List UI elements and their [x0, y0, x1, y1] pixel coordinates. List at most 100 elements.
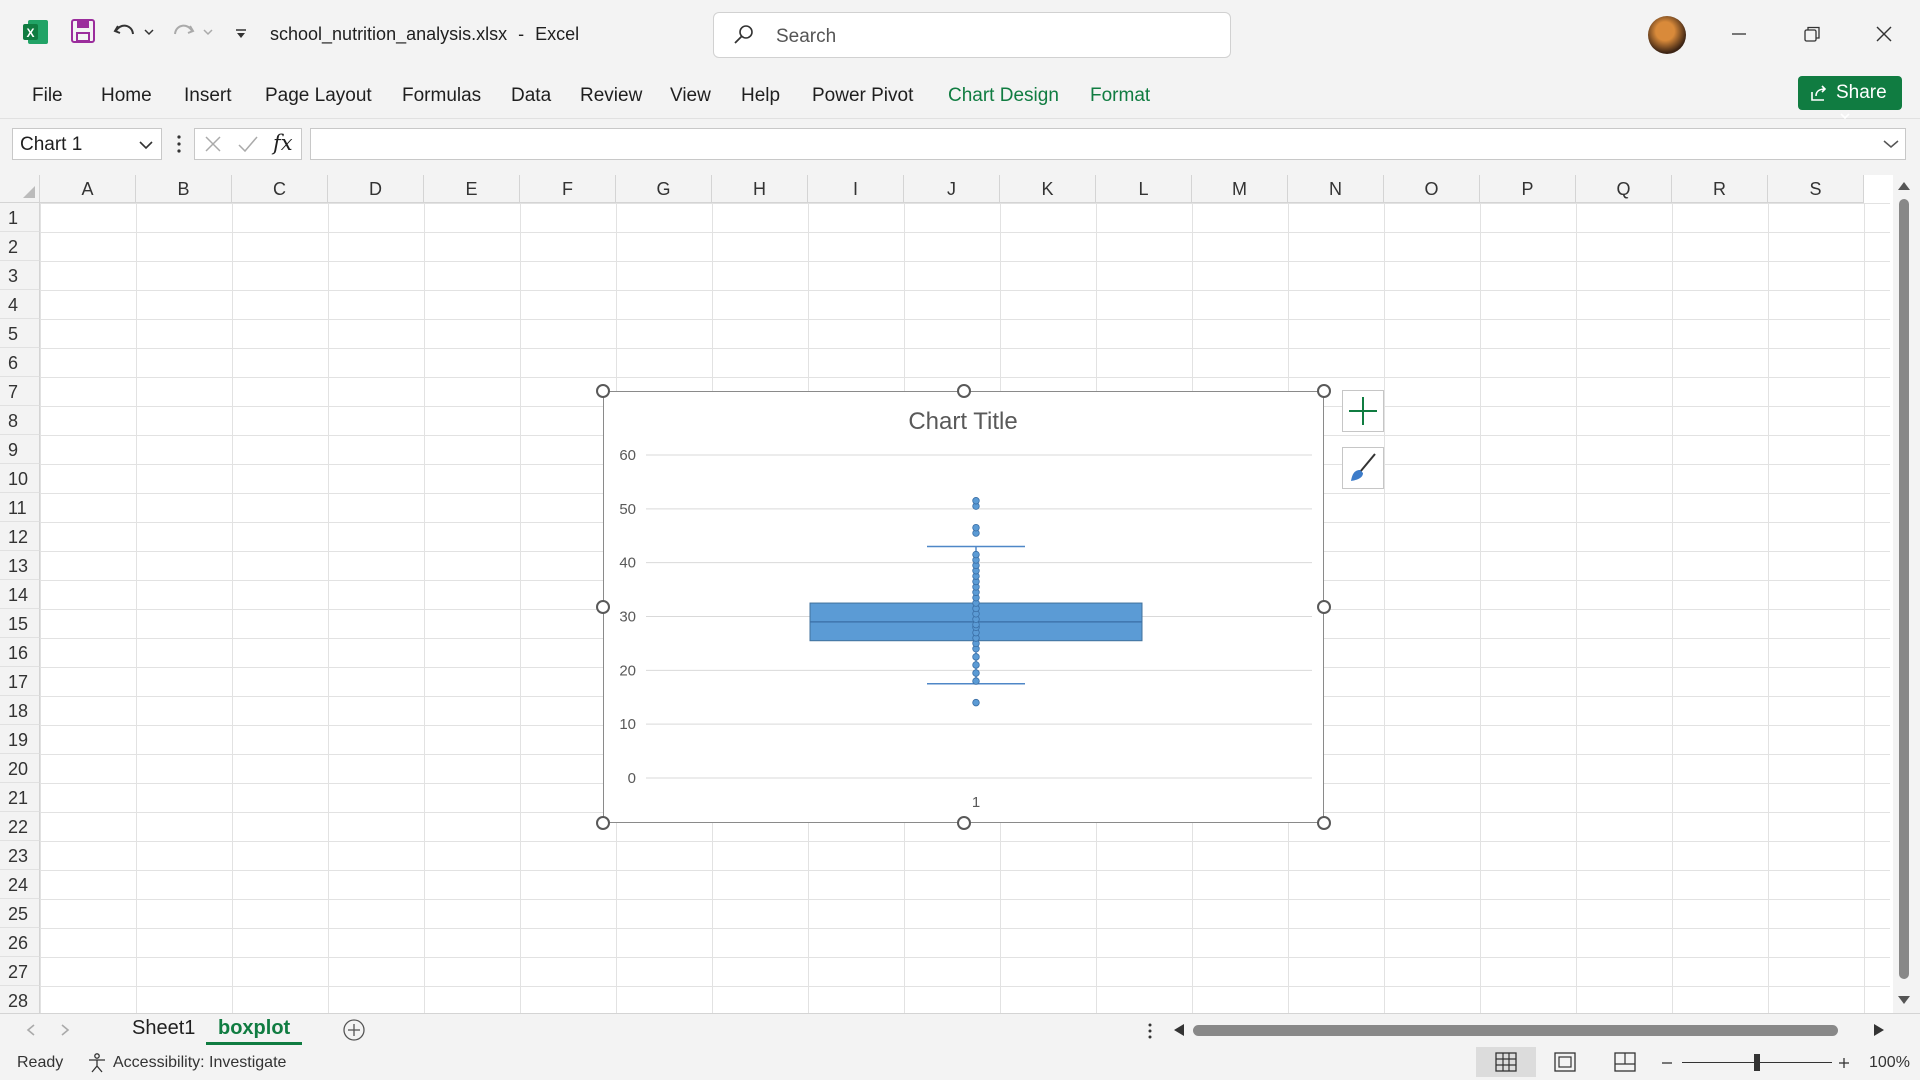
- data-point[interactable]: [972, 698, 980, 707]
- tab-home[interactable]: Home: [101, 85, 152, 107]
- tab-page-layout[interactable]: Page Layout: [265, 85, 372, 107]
- column-header-c[interactable]: C: [232, 175, 328, 203]
- accessibility-status[interactable]: Accessibility: Investigate: [113, 1054, 286, 1072]
- tab-power-pivot[interactable]: Power Pivot: [812, 85, 913, 107]
- sheet-tab-boxplot[interactable]: boxplot: [206, 1017, 303, 1045]
- tab-view[interactable]: View: [670, 85, 711, 107]
- row-header-16[interactable]: 16: [0, 638, 40, 667]
- scroll-right-icon[interactable]: [1873, 1023, 1885, 1037]
- more-options-icon[interactable]: [176, 134, 182, 154]
- column-header-f[interactable]: F: [520, 175, 616, 203]
- expand-formula-bar-icon[interactable]: [1883, 139, 1899, 149]
- normal-view-button[interactable]: [1476, 1047, 1536, 1077]
- column-header-d[interactable]: D: [328, 175, 424, 203]
- scroll-left-icon[interactable]: [1173, 1023, 1185, 1037]
- share-button[interactable]: Share: [1798, 76, 1902, 120]
- scroll-sheets-left-icon[interactable]: [26, 1024, 36, 1036]
- row-header-1[interactable]: 1: [0, 203, 40, 232]
- column-header-i[interactable]: I: [808, 175, 904, 203]
- resize-handle-top-right[interactable]: [1317, 384, 1331, 398]
- row-header-23[interactable]: 23: [0, 841, 40, 870]
- page-layout-view-icon[interactable]: [1554, 1052, 1576, 1072]
- redo-dropdown-chevron-icon[interactable]: [203, 28, 213, 36]
- horizontal-scroll-thumb[interactable]: [1193, 1025, 1838, 1036]
- redo-icon[interactable]: [170, 18, 196, 44]
- row-header-20[interactable]: 20: [0, 754, 40, 783]
- zoom-out-icon[interactable]: [1660, 1056, 1674, 1070]
- zoom-slider-thumb[interactable]: [1754, 1054, 1760, 1071]
- row-header-13[interactable]: 13: [0, 551, 40, 580]
- scroll-sheets-right-icon[interactable]: [60, 1024, 70, 1036]
- enter-icon[interactable]: [237, 134, 259, 154]
- row-header-27[interactable]: 27: [0, 957, 40, 986]
- row-header-28[interactable]: 28: [0, 986, 40, 1013]
- tab-options-icon[interactable]: [1147, 1022, 1153, 1040]
- column-header-s[interactable]: S: [1768, 175, 1864, 203]
- row-header-8[interactable]: 8: [0, 406, 40, 435]
- tab-review[interactable]: Review: [580, 85, 642, 107]
- resize-handle-bottom[interactable]: [957, 816, 971, 830]
- name-box[interactable]: Chart 1: [12, 128, 162, 160]
- row-header-9[interactable]: 9: [0, 435, 40, 464]
- chart[interactable]: Chart Title 0 10 20 30 40 50 60 1: [603, 391, 1324, 823]
- insert-function-icon[interactable]: fx: [273, 131, 293, 155]
- column-header-p[interactable]: P: [1480, 175, 1576, 203]
- data-point[interactable]: [972, 550, 980, 559]
- column-header-k[interactable]: K: [1000, 175, 1096, 203]
- data-point[interactable]: [972, 523, 980, 532]
- row-header-6[interactable]: 6: [0, 348, 40, 377]
- row-header-5[interactable]: 5: [0, 319, 40, 348]
- user-avatar[interactable]: [1648, 16, 1686, 54]
- column-header-a[interactable]: A: [40, 175, 136, 203]
- row-header-18[interactable]: 18: [0, 696, 40, 725]
- undo-dropdown-chevron-icon[interactable]: [144, 28, 154, 36]
- tab-insert[interactable]: Insert: [184, 85, 232, 107]
- chart-styles-button[interactable]: [1342, 447, 1384, 489]
- vertical-scroll-thumb[interactable]: [1899, 199, 1909, 979]
- data-point[interactable]: [972, 497, 980, 505]
- tab-help[interactable]: Help: [741, 85, 780, 107]
- zoom-level[interactable]: 100%: [1869, 1054, 1910, 1072]
- accessibility-icon[interactable]: [86, 1052, 108, 1074]
- restore-icon[interactable]: [1800, 22, 1824, 46]
- customize-toolbar-icon[interactable]: [234, 28, 248, 40]
- row-header-26[interactable]: 26: [0, 928, 40, 957]
- row-header-2[interactable]: 2: [0, 232, 40, 261]
- column-header-r[interactable]: R: [1672, 175, 1768, 203]
- name-box-chevron-icon[interactable]: [139, 140, 153, 150]
- data-point[interactable]: [972, 661, 980, 669]
- scroll-up-icon[interactable]: [1897, 181, 1911, 191]
- tab-format[interactable]: Format: [1090, 85, 1150, 107]
- column-header-h[interactable]: H: [712, 175, 808, 203]
- minimize-icon[interactable]: [1727, 22, 1751, 46]
- zoom-in-icon[interactable]: [1837, 1056, 1851, 1070]
- close-icon[interactable]: [1872, 22, 1896, 46]
- select-all-corner[interactable]: [0, 175, 40, 203]
- column-header-e[interactable]: E: [424, 175, 520, 203]
- vertical-scrollbar[interactable]: [1893, 175, 1920, 1013]
- tab-file[interactable]: File: [32, 85, 63, 107]
- add-sheet-icon[interactable]: [342, 1018, 366, 1042]
- cancel-icon[interactable]: [203, 134, 223, 154]
- row-header-7[interactable]: 7: [0, 377, 40, 406]
- row-header-3[interactable]: 3: [0, 261, 40, 290]
- row-header-12[interactable]: 12: [0, 522, 40, 551]
- resize-handle-bottom-left[interactable]: [596, 816, 610, 830]
- scroll-down-icon[interactable]: [1897, 995, 1911, 1005]
- column-header-l[interactable]: L: [1096, 175, 1192, 203]
- column-header-m[interactable]: M: [1192, 175, 1288, 203]
- row-header-25[interactable]: 25: [0, 899, 40, 928]
- undo-icon[interactable]: [112, 18, 138, 44]
- row-header-10[interactable]: 10: [0, 464, 40, 493]
- save-icon[interactable]: [70, 18, 96, 44]
- row-header-4[interactable]: 4: [0, 290, 40, 319]
- column-header-b[interactable]: B: [136, 175, 232, 203]
- tab-formulas[interactable]: Formulas: [402, 85, 481, 107]
- chart-elements-button[interactable]: [1342, 390, 1384, 432]
- chart-title[interactable]: Chart Title: [908, 408, 1017, 435]
- resize-handle-top[interactable]: [957, 384, 971, 398]
- row-header-24[interactable]: 24: [0, 870, 40, 899]
- row-header-15[interactable]: 15: [0, 609, 40, 638]
- resize-handle-left[interactable]: [596, 600, 610, 614]
- column-header-g[interactable]: G: [616, 175, 712, 203]
